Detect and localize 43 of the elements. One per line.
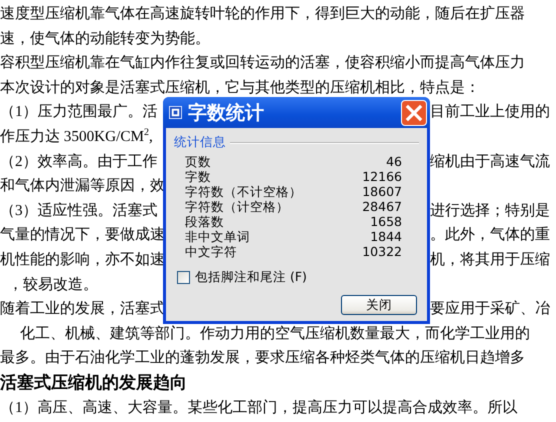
paragraph-text: （1）压力范围最广。活 xyxy=(0,102,159,122)
stat-value: 46 xyxy=(386,154,402,169)
paragraph-text: 和气体内泄漏等原因，效 xyxy=(0,176,166,196)
paragraph-text: （2）效率高。由于工作 xyxy=(0,152,159,172)
stat-label: 中文字符 xyxy=(185,244,237,259)
checkbox[interactable] xyxy=(177,271,190,284)
paragraph-text: 化工、机械、建筑等部门。作动力用的空气压缩机数量最大，而化学工业用的 xyxy=(19,324,530,344)
paragraph-text: 作压力达 3500KG/CM$^{2}$, xyxy=(0,126,154,147)
paragraph-text: 容积型压缩机靠在气缸内作往复或回转运动的活塞，使容积缩小而提高气体压力 xyxy=(0,53,525,74)
checkbox-label: 包括脚注和尾注 (F) xyxy=(195,269,307,286)
paragraph-text: （1）高压、高速、大容量。某些化工部门，提高压力可以提高合成效率。所以 xyxy=(0,398,518,418)
paragraph-text: 速，使气体的动能转变为势能。 xyxy=(0,28,210,49)
stat-value: 18607 xyxy=(362,184,402,199)
paragraph-text: （3）适应性强。活塞式 xyxy=(0,200,159,221)
group-label: 统计信息 xyxy=(174,134,226,151)
stat-value: 1658 xyxy=(370,214,402,229)
stat-value: 1844 xyxy=(370,229,402,244)
paragraph-text: 本次设计的对象是活塞式压缩机，它与其他类型的压缩机相比，特点是： xyxy=(0,78,480,98)
paragraph-text: 气量的情况下，要做成速 xyxy=(0,225,166,246)
paragraph-text: ，较易改造。 xyxy=(7,274,99,295)
paragraph-text: 。此外，气体的重 xyxy=(430,225,551,246)
stat-label: 字符数（计空格） xyxy=(185,199,289,214)
paragraph-text: 要应用于采矿、冶 xyxy=(430,299,551,320)
stat-label: 字符数（不计空格） xyxy=(185,184,302,199)
stat-label: 段落数 xyxy=(185,214,224,229)
paragraph-text: 机性能的影响，亦不如速 xyxy=(0,250,166,270)
close-button[interactable] xyxy=(401,100,427,126)
stat-label: 非中文单词 xyxy=(185,229,250,244)
paragraph-text: 缩机由于高速气流 xyxy=(430,152,551,172)
section-heading: 活塞式压缩机的发展趋向 xyxy=(0,372,187,394)
dialog-title: 字数统计 xyxy=(188,100,265,126)
stat-value: 12166 xyxy=(362,169,402,184)
paragraph-text: 目前工业上使用的 xyxy=(430,102,551,122)
document-icon xyxy=(169,106,182,119)
stat-label: 字数 xyxy=(185,169,211,184)
paragraph-text: 机，将其用于压缩 xyxy=(430,250,551,270)
paragraph-text: 最多。由于石油化学工业的蓬勃发展，要求压缩各种烃类气体的压缩机日趋增多 xyxy=(0,348,525,368)
stat-label: 页数 xyxy=(185,154,211,169)
stat-value: 28467 xyxy=(362,199,402,214)
stat-value: 10322 xyxy=(362,244,402,259)
paragraph-text: 速度型压缩机靠气体在高速旋转叶轮的作用下，得到巨大的动能，随后在扩压器 xyxy=(0,4,525,24)
paragraph-text: 进行选择；特别是 xyxy=(430,200,551,221)
close-dialog-button[interactable]: 关闭 xyxy=(341,295,417,315)
